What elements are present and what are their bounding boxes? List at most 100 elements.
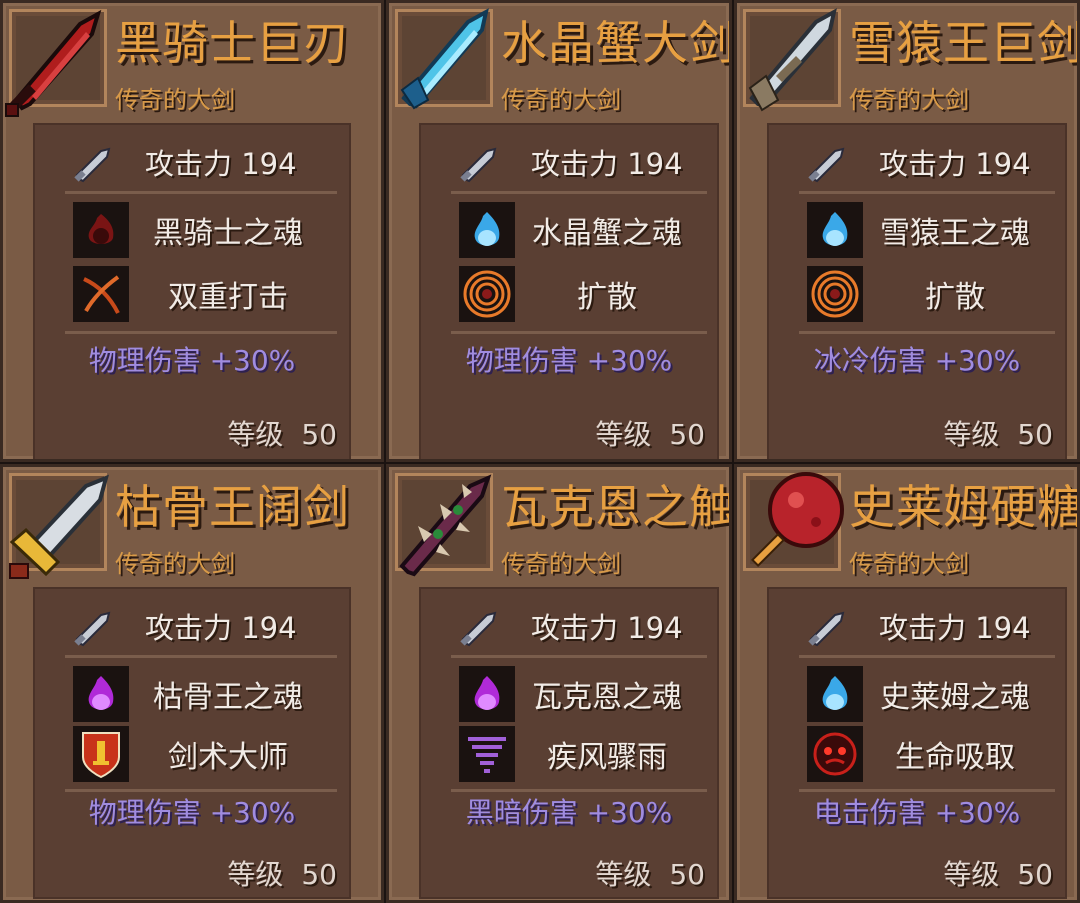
attack-row: 攻击力 194 (799, 141, 1069, 187)
level-value: 50 (669, 858, 705, 891)
soul-row[interactable]: 枯骨王之魂 (63, 665, 323, 723)
bone-king-broadsword-icon (9, 474, 109, 579)
weapon-card-vakorn[interactable]: 瓦克恩之触 传奇的大剑 攻击力 194 瓦克恩之魂 疾风骤雨 黑暗伤害 +30%… (386, 464, 732, 903)
snow-ape-king-sword-icon (748, 8, 837, 112)
weapon-card-black-knight[interactable]: 黑骑士巨刃 传奇的大剑 攻击力 194 黑骑士之魂 双重打击 物理伤害 +30%… (0, 0, 384, 462)
sword-stat-icon (74, 611, 111, 647)
sword-stat-icon (808, 147, 845, 183)
level-label: 等级 (595, 858, 652, 891)
attack-row: 攻击力 194 (65, 605, 335, 651)
weapon-name: 水晶蟹大剑 (501, 16, 732, 70)
divider (799, 191, 1055, 194)
attack-value: 攻击力 194 (879, 147, 1031, 181)
level-label: 等级 (595, 418, 652, 451)
level-display: 等级 50 (577, 855, 705, 895)
soul-label: 枯骨王之魂 (153, 680, 303, 715)
divider (799, 655, 1055, 658)
skill-row[interactable]: 剑术大师 (63, 725, 323, 783)
sword-stat-icon (460, 147, 497, 183)
skill-label: 扩散 (577, 280, 637, 315)
level-value: 50 (301, 418, 337, 451)
stats-panel: 攻击力 194 枯骨王之魂 剑术大师 物理伤害 +30% 等级 50 (33, 587, 351, 899)
spread-rings-icon (459, 266, 515, 322)
skill-label: 双重打击 (168, 280, 288, 315)
soul-row[interactable]: 瓦克恩之魂 (449, 665, 695, 723)
sword-master-shield-icon (73, 726, 129, 782)
divider (65, 191, 337, 194)
weapon-card-snow-ape-king[interactable]: 雪猿王巨剑 传奇的大剑 攻击力 194 雪猿王之魂 扩散 冰冷伤害 +30% 等… (734, 0, 1080, 462)
damage-bonus: 黑暗伤害 +30% (465, 796, 673, 829)
skill-label: 扩散 (925, 280, 985, 315)
weapon-rarity: 传奇的大剑 (501, 86, 621, 114)
sword-stat-icon (460, 611, 497, 647)
stats-panel: 攻击力 194 史莱姆之魂 生命吸取 电击伤害 +30% 等级 50 (767, 587, 1067, 899)
skill-label: 疾风骤雨 (547, 740, 667, 775)
weapon-rarity: 传奇的大剑 (115, 86, 235, 114)
level-display: 等级 50 (209, 855, 337, 895)
black-knight-blade-icon (5, 9, 102, 117)
weapon-icon-frame (395, 8, 493, 110)
divider (65, 331, 337, 334)
attack-value: 攻击力 194 (145, 611, 297, 645)
attack-value: 攻击力 194 (531, 611, 683, 645)
attack-value: 攻击力 194 (145, 147, 297, 181)
slime-candy-icon (751, 472, 844, 567)
skill-row[interactable]: 疾风骤雨 (449, 725, 695, 783)
soul-row[interactable]: 雪猿王之魂 (797, 201, 1043, 259)
purple-soul-flame-icon (73, 666, 129, 722)
stats-panel: 攻击力 194 瓦克恩之魂 疾风骤雨 黑暗伤害 +30% 等级 50 (419, 587, 719, 899)
purple-soul-flame-icon (459, 666, 515, 722)
weapon-icon-frame (743, 472, 844, 571)
weapon-card-slime-candy[interactable]: 史莱姆硬糖 传奇的大剑 攻击力 194 史莱姆之魂 生命吸取 电击伤害 +30%… (734, 464, 1080, 903)
weapon-name: 雪猿王巨剑 (849, 16, 1080, 70)
level-label: 等级 (227, 858, 284, 891)
level-label: 等级 (943, 418, 1000, 451)
whirlwind-icon (459, 726, 515, 782)
red-soul-flame-icon (73, 202, 129, 258)
soul-label: 黑骑士之魂 (153, 216, 303, 251)
attack-value: 攻击力 194 (531, 147, 683, 181)
blue-soul-flame-icon (807, 202, 863, 258)
soul-label: 史莱姆之魂 (880, 680, 1030, 715)
stats-panel: 攻击力 194 雪猿王之魂 扩散 冰冷伤害 +30% 等级 50 (767, 123, 1069, 459)
weapon-rarity: 传奇的大剑 (501, 550, 621, 578)
soul-label: 水晶蟹之魂 (532, 216, 682, 251)
damage-bonus: 物理伤害 +30% (88, 796, 296, 829)
attack-value: 攻击力 194 (879, 611, 1031, 645)
weapon-card-crystal-crab[interactable]: 水晶蟹大剑 传奇的大剑 攻击力 194 水晶蟹之魂 扩散 物理伤害 +30% 等… (386, 0, 732, 462)
vakorn-touch-icon (399, 474, 492, 577)
soul-row[interactable]: 水晶蟹之魂 (449, 201, 695, 259)
skill-row[interactable]: 双重打击 (63, 265, 323, 323)
level-label: 等级 (227, 418, 284, 451)
weapon-name: 黑骑士巨刃 (115, 16, 350, 70)
skill-row[interactable]: 生命吸取 (797, 725, 1043, 783)
level-value: 50 (669, 418, 705, 451)
divider (451, 655, 707, 658)
soul-label: 雪猿王之魂 (880, 216, 1030, 251)
level-value: 50 (301, 858, 337, 891)
weapon-rarity: 传奇的大剑 (849, 86, 969, 114)
weapon-icon-frame (5, 9, 107, 117)
blue-soul-flame-icon (459, 202, 515, 258)
skill-label: 剑术大师 (168, 740, 288, 775)
level-value: 50 (1017, 858, 1053, 891)
sword-stat-icon (74, 147, 111, 183)
weapon-card-bone-king[interactable]: 枯骨王阔剑 传奇的大剑 攻击力 194 枯骨王之魂 剑术大师 物理伤害 +30%… (0, 464, 384, 903)
skill-row[interactable]: 扩散 (797, 265, 1043, 323)
stats-panel: 攻击力 194 黑骑士之魂 双重打击 物理伤害 +30% 等级 50 (33, 123, 351, 459)
soul-label: 瓦克恩之魂 (532, 680, 682, 715)
damage-bonus: 电击伤害 +30% (813, 796, 1021, 829)
divider (451, 191, 707, 194)
skill-row[interactable]: 扩散 (449, 265, 695, 323)
level-display: 等级 50 (577, 415, 705, 455)
spread-rings-icon (807, 266, 863, 322)
soul-row[interactable]: 史莱姆之魂 (797, 665, 1043, 723)
weapon-name: 史莱姆硬糖 (849, 480, 1080, 534)
sword-stat-icon (808, 611, 845, 647)
attack-row: 攻击力 194 (451, 141, 721, 187)
weapon-icon-frame (743, 8, 841, 112)
crystal-crab-sword-icon (400, 8, 489, 110)
weapon-rarity: 传奇的大剑 (849, 550, 969, 578)
soul-row[interactable]: 黑骑士之魂 (63, 201, 323, 259)
divider (65, 655, 337, 658)
